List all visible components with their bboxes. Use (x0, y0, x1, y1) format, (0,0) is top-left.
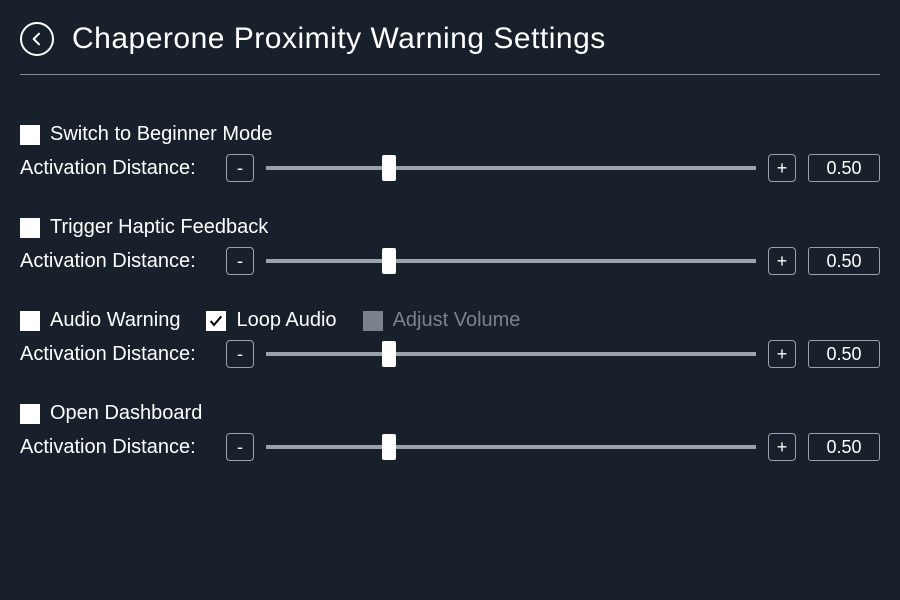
arrow-left-icon (29, 31, 45, 47)
section-beginner-mode: Switch to Beginner Mode Activation Dista… (20, 123, 880, 182)
open-dashboard-label: Open Dashboard (50, 402, 202, 425)
activation-distance-label: Activation Distance: (20, 250, 214, 273)
section-open-dashboard: Open Dashboard Activation Distance: - + … (20, 402, 880, 461)
dashboard-distance-increase-button[interactable]: + (768, 433, 796, 461)
beginner-distance-value[interactable]: 0.50 (808, 154, 880, 182)
audio-distance-value[interactable]: 0.50 (808, 340, 880, 368)
loop-audio-label: Loop Audio (236, 309, 336, 332)
beginner-distance-decrease-button[interactable]: - (226, 154, 254, 182)
haptic-distance-decrease-button[interactable]: - (226, 247, 254, 275)
activation-distance-label: Activation Distance: (20, 436, 214, 459)
adjust-volume-label: Adjust Volume (393, 309, 521, 332)
haptic-distance-value[interactable]: 0.50 (808, 247, 880, 275)
audio-distance-slider[interactable] (266, 352, 756, 356)
page-title: Chaperone Proximity Warning Settings (72, 22, 606, 56)
haptic-distance-slider[interactable] (266, 259, 756, 263)
dashboard-distance-value[interactable]: 0.50 (808, 433, 880, 461)
dashboard-distance-decrease-button[interactable]: - (226, 433, 254, 461)
slider-handle[interactable] (382, 434, 396, 460)
slider-handle[interactable] (382, 248, 396, 274)
activation-distance-label: Activation Distance: (20, 157, 214, 180)
audio-warning-checkbox[interactable] (20, 311, 40, 331)
section-haptic-feedback: Trigger Haptic Feedback Activation Dista… (20, 216, 880, 275)
beginner-distance-slider[interactable] (266, 166, 756, 170)
dashboard-distance-slider[interactable] (266, 445, 756, 449)
haptic-checkbox[interactable] (20, 218, 40, 238)
beginner-distance-increase-button[interactable]: + (768, 154, 796, 182)
audio-distance-decrease-button[interactable]: - (226, 340, 254, 368)
open-dashboard-checkbox[interactable] (20, 404, 40, 424)
haptic-distance-increase-button[interactable]: + (768, 247, 796, 275)
audio-warning-label: Audio Warning (50, 309, 180, 332)
beginner-mode-checkbox[interactable] (20, 125, 40, 145)
slider-handle[interactable] (382, 341, 396, 367)
loop-audio-checkbox[interactable] (206, 311, 226, 331)
back-button[interactable] (20, 22, 54, 56)
haptic-label: Trigger Haptic Feedback (50, 216, 268, 239)
beginner-mode-label: Switch to Beginner Mode (50, 123, 272, 146)
activation-distance-label: Activation Distance: (20, 343, 214, 366)
slider-handle[interactable] (382, 155, 396, 181)
audio-distance-increase-button[interactable]: + (768, 340, 796, 368)
adjust-volume-checkbox (363, 311, 383, 331)
section-audio-warning: Audio Warning Loop Audio Adjust Volume A… (20, 309, 880, 368)
